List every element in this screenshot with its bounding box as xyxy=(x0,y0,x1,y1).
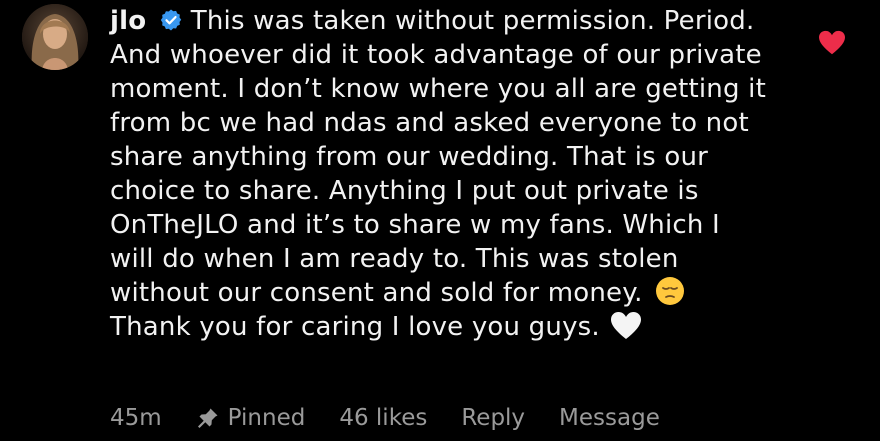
pinned-label: Pinned xyxy=(227,405,306,431)
pin-icon xyxy=(196,406,220,430)
reply-button[interactable]: Reply xyxy=(461,405,525,431)
comment-timestamp: 45m xyxy=(110,405,162,431)
pensive-face-icon xyxy=(655,276,685,306)
likes-count[interactable]: 46 likes xyxy=(339,405,427,431)
comment-username[interactable]: jlo xyxy=(110,6,146,36)
comment-meta-bar: 45m Pinned 46 likes Reply Message xyxy=(110,401,694,435)
pinned-indicator: Pinned xyxy=(196,405,306,431)
avatar-photo xyxy=(22,4,88,70)
white-heart-icon xyxy=(610,311,642,341)
comment-body: jlo This was taken without permission. P… xyxy=(110,4,770,344)
avatar[interactable] xyxy=(22,4,88,70)
heart-icon xyxy=(819,30,845,55)
verified-badge-icon xyxy=(159,8,183,32)
comment-text-part1: This was taken without permission. Perio… xyxy=(110,6,766,308)
comment-text-part2: Thank you for caring I love you guys. xyxy=(110,312,600,342)
like-button[interactable] xyxy=(818,30,846,56)
message-button[interactable]: Message xyxy=(559,405,660,431)
